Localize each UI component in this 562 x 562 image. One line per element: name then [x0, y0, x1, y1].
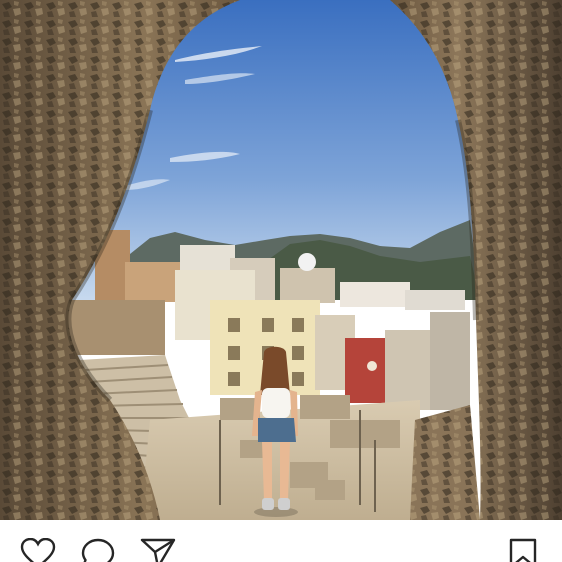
bookmark-icon [509, 538, 537, 562]
share-button[interactable] [138, 538, 178, 562]
comment-bubble-icon [81, 538, 115, 562]
save-button[interactable] [503, 538, 543, 562]
post-photo[interactable] [0, 0, 562, 520]
post-action-bar [0, 520, 562, 562]
like-button[interactable] [18, 538, 58, 562]
comment-button[interactable] [78, 538, 118, 562]
ruins-arch-scene [0, 0, 562, 520]
heart-icon [20, 538, 56, 562]
paper-plane-icon [140, 538, 176, 562]
